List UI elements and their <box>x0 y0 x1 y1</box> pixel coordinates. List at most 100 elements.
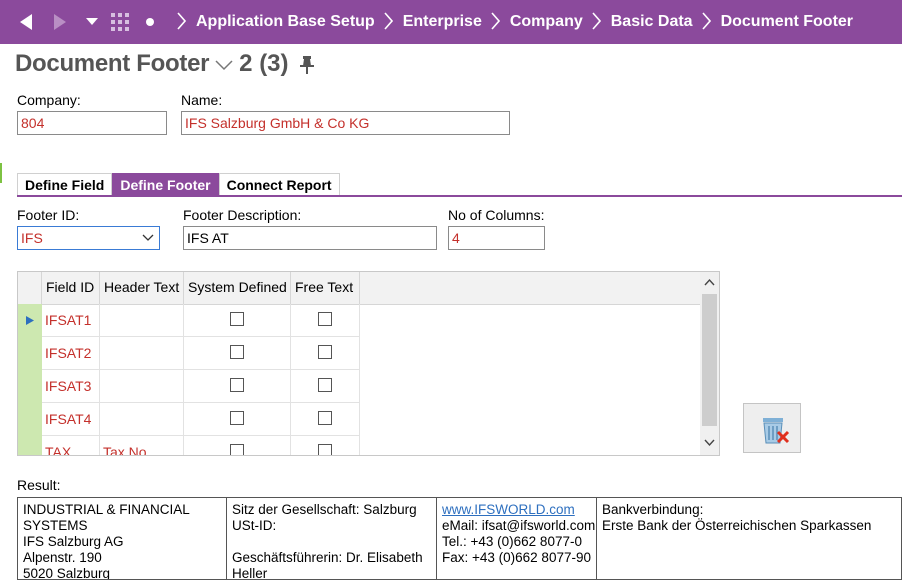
page-title: Document Footer <box>15 50 210 77</box>
result-line: INDUSTRIAL & FINANCIAL <box>23 502 190 517</box>
tab-define-footer[interactable]: Define Footer <box>112 173 219 195</box>
cell-free-text[interactable] <box>291 370 360 402</box>
result-line: eMail: ifsat@ifsworld.com <box>442 518 596 533</box>
table-row[interactable]: TAX Tax No <box>42 436 360 456</box>
chevron-down-icon[interactable] <box>142 227 154 249</box>
free-text-checkbox[interactable] <box>318 378 332 392</box>
system-defined-checkbox[interactable] <box>230 345 244 359</box>
dot-icon[interactable] <box>142 0 158 44</box>
row-header-corner <box>18 272 42 304</box>
no-of-columns-label: No of Columns: <box>448 207 545 223</box>
cell-header-text[interactable] <box>100 403 184 435</box>
back-arrow-icon[interactable] <box>12 0 40 44</box>
result-line: USt-ID: <box>232 518 277 533</box>
system-defined-checkbox[interactable] <box>230 378 244 392</box>
table-row[interactable]: IFSAT4 <box>42 403 360 436</box>
website-link[interactable]: www.IFSWORLD.com <box>442 502 591 518</box>
table-row[interactable]: IFSAT1 <box>42 304 360 337</box>
app-grid-icon[interactable] <box>108 0 132 44</box>
cell-field-id[interactable]: TAX <box>42 436 100 455</box>
result-line: Geschäftsführerin: Dr. Elisabeth <box>232 550 423 565</box>
dropdown-caret-icon[interactable] <box>82 0 102 44</box>
record-count: 2 (3) <box>239 50 289 77</box>
cell-field-id[interactable]: IFSAT3 <box>42 370 100 402</box>
company-field[interactable]: 804 <box>17 111 167 135</box>
breadcrumb-company[interactable]: Company <box>510 13 583 31</box>
column-header-free-text[interactable]: Free Text <box>291 272 360 304</box>
system-defined-checkbox[interactable] <box>230 444 244 456</box>
result-line: 5020 Salzburg <box>23 566 111 580</box>
cell-system-defined[interactable] <box>184 436 291 456</box>
vertical-scrollbar[interactable] <box>700 272 719 455</box>
cell-free-text[interactable] <box>291 436 360 455</box>
cell-system-defined[interactable] <box>184 304 291 336</box>
tab-bar: Define Field Define Footer Connect Repor… <box>17 173 340 195</box>
result-column-4: Bankverbindung: Erste Bank der Österreic… <box>596 497 902 580</box>
delete-icon <box>763 418 790 444</box>
cell-header-text[interactable] <box>100 370 184 402</box>
company-label: Company: <box>17 92 81 108</box>
breadcrumb-document-footer: Document Footer <box>720 13 854 30</box>
cell-field-id[interactable]: IFSAT2 <box>42 337 100 369</box>
cell-system-defined[interactable] <box>184 337 291 369</box>
cell-field-id[interactable]: IFSAT4 <box>42 403 100 435</box>
row-pointer-icon <box>26 316 34 325</box>
chevron-down-icon[interactable] <box>215 58 233 74</box>
table-header: Field ID Header Text System Defined Free… <box>18 272 703 305</box>
table-row[interactable]: IFSAT2 <box>42 337 360 370</box>
tab-underline <box>17 195 902 197</box>
forward-arrow-icon[interactable] <box>46 0 74 44</box>
cell-header-text[interactable] <box>100 337 184 369</box>
breadcrumb: Application Base Setup Enterprise Compan… <box>168 0 853 44</box>
system-defined-checkbox[interactable] <box>230 312 244 326</box>
tab-connect-report[interactable]: Connect Report <box>218 173 340 195</box>
result-line: Sitz der Gesellschaft: Salzburg <box>232 502 417 517</box>
cell-free-text[interactable] <box>291 337 360 369</box>
footer-id-label: Footer ID: <box>17 207 80 223</box>
scroll-down-icon[interactable] <box>704 439 715 447</box>
breadcrumb-application-base-setup[interactable]: Application Base Setup <box>196 13 375 31</box>
checkmark-icon <box>231 454 243 456</box>
result-line <box>232 534 431 550</box>
result-line: Tel.: +43 (0)662 8077-0 <box>442 534 582 549</box>
result-line: IFS Salzburg AG <box>23 534 124 549</box>
pin-icon[interactable] <box>299 55 315 78</box>
cell-header-text[interactable]: Tax No <box>100 436 184 455</box>
column-header-header-text[interactable]: Header Text <box>100 272 184 304</box>
footer-description-label: Footer Description: <box>183 207 302 223</box>
delete-button[interactable] <box>743 403 801 453</box>
result-line: Alpenstr. 190 <box>23 550 102 565</box>
cell-system-defined[interactable] <box>184 370 291 402</box>
name-label: Name: <box>181 92 223 108</box>
row-selector-column <box>18 304 42 455</box>
cell-free-text[interactable] <box>291 304 360 336</box>
table-row[interactable]: IFSAT3 <box>42 370 360 403</box>
system-defined-checkbox[interactable] <box>230 411 244 425</box>
chevron-right-icon <box>176 11 187 33</box>
result-line: Fax: +43 (0)662 8077-90 <box>442 550 591 565</box>
free-text-checkbox[interactable] <box>318 312 332 326</box>
column-header-system-defined[interactable]: System Defined <box>184 272 291 304</box>
cell-free-text[interactable] <box>291 403 360 435</box>
breadcrumb-enterprise[interactable]: Enterprise <box>403 13 482 31</box>
breadcrumb-basic-data[interactable]: Basic Data <box>611 13 693 31</box>
name-field[interactable]: IFS Salzburg GmbH & Co KG <box>181 111 510 135</box>
footer-description-field[interactable]: IFS AT <box>183 226 437 250</box>
page-header: Document Footer 2 (3) <box>15 50 315 78</box>
cell-system-defined[interactable] <box>184 403 291 435</box>
column-header-field-id[interactable]: Field ID <box>42 272 100 304</box>
free-text-checkbox[interactable] <box>318 444 332 455</box>
footer-id-select[interactable]: IFS <box>17 226 160 250</box>
chevron-right-icon <box>490 11 500 33</box>
free-text-checkbox[interactable] <box>318 345 332 359</box>
chevron-right-icon <box>591 11 601 33</box>
result-line: SYSTEMS <box>23 518 88 533</box>
cell-field-id[interactable]: IFSAT1 <box>42 304 100 336</box>
cell-header-text[interactable] <box>100 304 184 336</box>
scroll-up-icon[interactable] <box>704 278 715 286</box>
scrollbar-thumb[interactable] <box>702 294 717 426</box>
tab-define-field[interactable]: Define Field <box>17 173 113 195</box>
no-of-columns-field[interactable]: 4 <box>448 226 545 250</box>
footer-id-value: IFS <box>21 230 43 246</box>
free-text-checkbox[interactable] <box>318 411 332 425</box>
